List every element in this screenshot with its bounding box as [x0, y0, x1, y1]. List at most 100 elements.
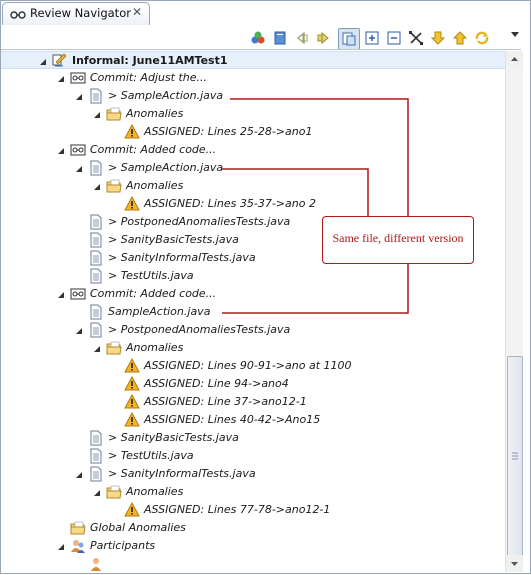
tree-row[interactable]: > PostponedAnomaliesTests.java	[1, 321, 505, 339]
folder-icon	[106, 106, 122, 122]
tree-row[interactable]: ASSIGNED: Lines 25-28->ano1	[1, 123, 505, 141]
file-icon	[88, 304, 104, 320]
view-menu-icon[interactable]	[509, 28, 521, 40]
down-icon[interactable]	[428, 28, 448, 48]
tree-row-label: > SanityBasicTests.java	[108, 233, 239, 246]
warning-icon	[124, 375, 140, 392]
tree-row[interactable]: ASSIGNED: Lines 35-37->ano 2	[1, 195, 505, 213]
tree-row-label: > PostponedAnomaliesTests.java	[108, 323, 291, 336]
expand-arrow-icon[interactable]	[75, 163, 83, 172]
file-icon	[88, 448, 104, 464]
tree-row-label: Anomalies	[126, 179, 184, 192]
vertical-scrollbar[interactable]	[505, 51, 523, 572]
expand-arrow-icon[interactable]	[57, 541, 65, 550]
tree-row-label: ASSIGNED: Lines 90-91->ano at 1100	[144, 359, 352, 372]
tree-row[interactable]: > SampleAction.java	[1, 159, 505, 177]
tree-row[interactable]: > TestUtils.java	[1, 447, 505, 465]
annotation-callout: Same file, different version	[322, 216, 474, 264]
expand-arrow-icon[interactable]	[57, 289, 65, 298]
expand-arrow-icon[interactable]	[57, 73, 65, 82]
expand-arrow-icon[interactable]	[39, 56, 47, 65]
file-icon	[88, 160, 104, 176]
file-icon	[88, 88, 104, 104]
expand-arrow-icon[interactable]	[57, 145, 65, 154]
filter-icon[interactable]	[406, 28, 426, 48]
tab-review-navigator[interactable]: Review Navigator ✕	[2, 2, 150, 48]
expand-arrow-icon[interactable]	[93, 109, 101, 118]
expand-arrow-icon[interactable]	[93, 487, 101, 496]
review-tree: Informal: June11AMTest1 Commit: Adjust th…	[1, 51, 505, 572]
tree-row-label: Commit: Added code...	[90, 287, 217, 300]
file-icon	[88, 232, 104, 248]
tab-title: Review Navigator	[30, 6, 131, 20]
tree-row[interactable]: Commit: Added code...	[1, 285, 505, 303]
tree-row-label: > SanityBasicTests.java	[108, 431, 239, 444]
tree-row-label: > SanityInformalTests.java	[108, 251, 256, 264]
tree-row-label: > SampleAction.java	[108, 89, 224, 102]
tree-row[interactable]: Commit: Added code...	[1, 141, 505, 159]
tree-row[interactable]: > SanityBasicTests.java	[1, 429, 505, 447]
refresh-icon[interactable]	[472, 28, 492, 48]
next-icon[interactable]	[314, 28, 334, 48]
expand-arrow-icon[interactable]	[93, 343, 101, 352]
tree-row[interactable]: Anomalies	[1, 177, 505, 195]
review-icon	[52, 53, 68, 69]
tree-row[interactable]: ASSIGNED: Lines 90-91->ano at 1100	[1, 357, 505, 375]
folder-icon	[106, 340, 122, 356]
book-icon[interactable]	[270, 28, 290, 48]
tree-row-label: ASSIGNED: Lines 77-78->ano12-1	[144, 503, 331, 516]
group-icon[interactable]	[248, 28, 268, 48]
tree-row-label: > SanityInformalTests.java	[108, 467, 256, 480]
folder-icon	[106, 178, 122, 194]
tree-row[interactable]: ASSIGNED: Line 37->ano12-1	[1, 393, 505, 411]
expand-arrow-icon[interactable]	[75, 469, 83, 478]
tree-row[interactable]: Participants	[1, 537, 505, 555]
close-icon[interactable]: ✕	[132, 5, 142, 19]
tree-row-label: > TestUtils.java	[108, 449, 194, 462]
tree-row[interactable]	[1, 555, 505, 572]
tree-row[interactable]: > SanityInformalTests.java	[1, 465, 505, 483]
tree-row[interactable]: Anomalies	[1, 105, 505, 123]
expand-arrow-icon[interactable]	[75, 91, 83, 100]
tree-row[interactable]: ASSIGNED: Lines 77-78->ano12-1	[1, 501, 505, 519]
callout-text: Same file, different version	[332, 231, 464, 245]
tree-row[interactable]: SampleAction.java	[1, 303, 505, 321]
tree-row[interactable]: > TestUtils.java	[1, 267, 505, 285]
scroll-down-button[interactable]	[506, 555, 523, 572]
expand-arrow-icon[interactable]	[93, 181, 101, 190]
tree-row-label: ASSIGNED: Lines 25-28->ano1	[144, 125, 313, 138]
file-icon	[88, 430, 104, 446]
scroll-thumb[interactable]	[507, 356, 523, 556]
tree-row[interactable]: ASSIGNED: Lines 40-42->Ano15	[1, 411, 505, 429]
warning-icon	[124, 357, 140, 374]
collapse-all-icon[interactable]	[384, 28, 404, 48]
tree-row[interactable]: Anomalies	[1, 339, 505, 357]
expand-all-icon[interactable]	[362, 28, 382, 48]
commit-icon	[70, 70, 86, 86]
tree-row-label: Anomalies	[126, 107, 184, 120]
tree-row-label: Global Anomalies	[90, 521, 186, 534]
tree-row[interactable]: Anomalies	[1, 483, 505, 501]
warning-icon	[124, 393, 140, 410]
expand-arrow-icon[interactable]	[75, 325, 83, 334]
link-editor-icon[interactable]	[338, 28, 360, 50]
review-root-row[interactable]: Informal: June11AMTest1	[1, 51, 505, 69]
tree-row[interactable]: ASSIGNED: Line 94->ano4	[1, 375, 505, 393]
tree-row-label: > SampleAction.java	[108, 161, 224, 174]
participants-icon	[70, 538, 86, 554]
file-icon	[88, 466, 104, 482]
warning-icon	[124, 501, 140, 518]
up-icon[interactable]	[450, 28, 470, 48]
tree-row[interactable]: > SampleAction.java	[1, 87, 505, 105]
file-icon	[88, 214, 104, 230]
tree-row[interactable]: Global Anomalies	[1, 519, 505, 537]
commit-icon	[70, 142, 86, 158]
tree-row-label: Participants	[90, 539, 156, 552]
previous-icon[interactable]	[292, 28, 312, 48]
divider	[1, 49, 521, 50]
commit-icon	[70, 286, 86, 302]
tree-row[interactable]: Commit: Adjust the...	[1, 69, 505, 87]
scroll-up-button[interactable]	[506, 51, 523, 68]
file-icon	[88, 322, 104, 338]
warning-icon	[124, 411, 140, 428]
